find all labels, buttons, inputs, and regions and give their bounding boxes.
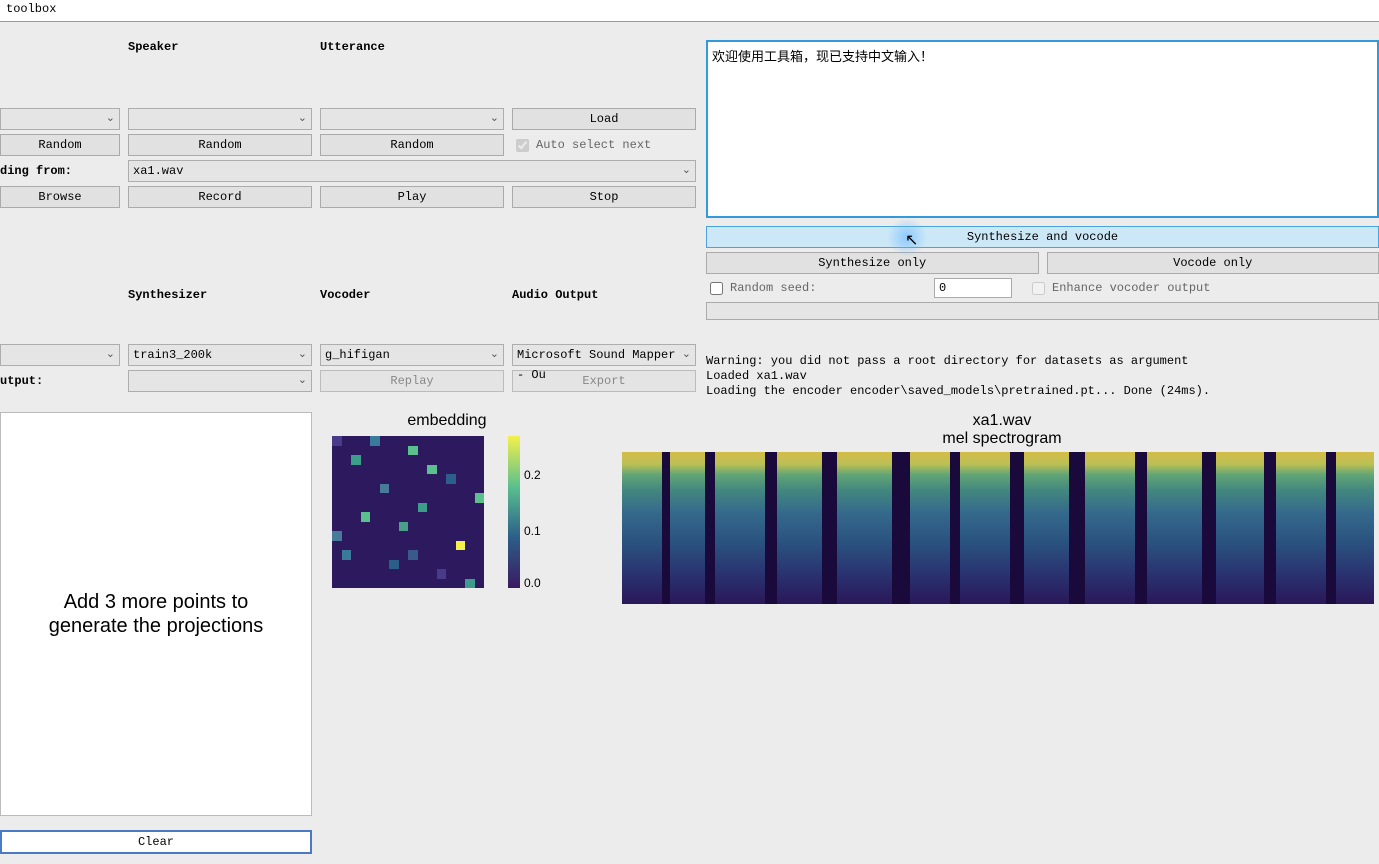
embedding-panel: embedding <box>332 412 562 816</box>
log-area: Warning: you did not pass a root directo… <box>706 350 1379 403</box>
recording-from-label: ding from: <box>0 164 120 178</box>
enhance-input <box>1032 282 1045 295</box>
browse-button[interactable]: Browse <box>0 186 120 208</box>
spectrogram-file: xa1.wav <box>622 412 1379 430</box>
output-label: utput: <box>0 374 120 388</box>
colorbar-tick-02: 0.2 <box>524 468 541 482</box>
output-file-dropdown[interactable] <box>128 370 312 392</box>
colorbar: 0.2 0.1 0.0 <box>508 436 558 588</box>
load-button[interactable]: Load <box>512 108 696 130</box>
text-input[interactable]: 欢迎使用工具箱，现已支持中文输入！ <box>706 40 1379 218</box>
utterance-dropdown[interactable] <box>320 108 504 130</box>
replay-button[interactable]: Replay <box>320 370 504 392</box>
progress-bar <box>706 302 1379 320</box>
embedding-heatmap <box>332 436 484 588</box>
seed-input[interactable] <box>934 278 1012 298</box>
random-seed-input-check[interactable] <box>710 282 723 295</box>
synthesize-and-vocode-button[interactable]: Synthesize and vocode ↖ <box>706 226 1379 248</box>
auto-select-input <box>516 139 529 152</box>
audio-output-header: Audio Output <box>512 288 696 302</box>
random-speaker-button[interactable]: Random <box>128 134 312 156</box>
random-seed-label: Random seed: <box>730 281 816 295</box>
spectrogram-title: mel spectrogram <box>622 430 1379 448</box>
window-title: toolbox <box>6 2 56 16</box>
speaker-dropdown[interactable] <box>128 108 312 130</box>
colorbar-tick-00: 0.0 <box>524 576 541 590</box>
spectrogram-panel: xa1.wav mel spectrogram <box>622 412 1379 816</box>
title-bar: toolbox <box>0 0 1379 22</box>
auto-select-checkbox[interactable]: Auto select next <box>512 136 696 155</box>
vocode-only-button[interactable]: Vocode only <box>1047 252 1379 274</box>
random-dataset-button[interactable]: Random <box>0 134 120 156</box>
auto-select-label: Auto select next <box>536 138 651 152</box>
encoder-dropdown[interactable] <box>0 344 120 366</box>
vocoder-header: Vocoder <box>320 288 504 302</box>
projection-panel: Add 3 more points to generate the projec… <box>0 412 312 816</box>
dataset-dropdown[interactable] <box>0 108 120 130</box>
embedding-title: embedding <box>332 412 562 430</box>
random-utterance-button[interactable]: Random <box>320 134 504 156</box>
speaker-header: Speaker <box>128 40 312 104</box>
audio-output-dropdown[interactable]: Microsoft Sound Mapper - Ou <box>512 344 696 366</box>
synthesize-only-button[interactable]: Synthesize only <box>706 252 1039 274</box>
enhance-label: Enhance vocoder output <box>1052 281 1210 295</box>
projection-text: Add 3 more points to generate the projec… <box>49 590 264 638</box>
play-button[interactable]: Play <box>320 186 504 208</box>
stop-button[interactable]: Stop <box>512 186 696 208</box>
spectrogram-image <box>622 452 1374 604</box>
synthesizer-dropdown[interactable]: train3_200k <box>128 344 312 366</box>
enhance-checkbox[interactable]: Enhance vocoder output <box>1028 279 1210 298</box>
recording-file-dropdown[interactable]: xa1.wav <box>128 160 696 182</box>
utterance-header: Utterance <box>320 40 504 104</box>
record-button[interactable]: Record <box>128 186 312 208</box>
colorbar-tick-01: 0.1 <box>524 524 541 538</box>
vocoder-dropdown[interactable]: g_hifigan <box>320 344 504 366</box>
clear-button[interactable]: Clear <box>0 830 312 854</box>
synthesizer-header: Synthesizer <box>128 288 312 302</box>
random-seed-checkbox[interactable]: Random seed: <box>706 279 926 298</box>
cursor-icon: ↖ <box>905 231 918 251</box>
